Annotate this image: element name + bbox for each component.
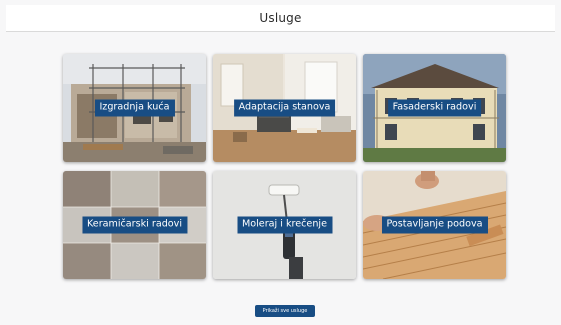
service-label: Keramičarski radovi <box>81 216 188 234</box>
service-card-house-construction[interactable]: Izgradnja kuća <box>63 54 206 162</box>
service-label: Adaptacija stanova <box>233 99 336 117</box>
service-card-ceramic-works[interactable]: Keramičarski radovi <box>63 171 206 279</box>
services-grid: Izgradnja kuća Adaptacija stanova Fasade… <box>63 54 507 280</box>
service-card-apartment-renovation[interactable]: Adaptacija stanova <box>213 54 356 162</box>
service-label: Postavljanje podova <box>381 216 488 234</box>
page-header: Usluge <box>6 5 555 32</box>
service-card-flooring[interactable]: Postavljanje podova <box>363 171 506 279</box>
show-all-services-button[interactable]: Prikaži sve usluge <box>255 305 315 317</box>
service-card-painting[interactable]: Moleraj i krečenje <box>213 171 356 279</box>
service-label: Fasaderski radovi <box>387 99 482 117</box>
page-title: Usluge <box>259 11 302 25</box>
service-label: Izgradnja kuća <box>94 99 175 117</box>
service-label: Moleraj i krečenje <box>237 216 332 234</box>
services-page: Usluge Izgradnja kuća Adaptacija stanova… <box>0 0 561 325</box>
service-card-facade-works[interactable]: Fasaderski radovi <box>363 54 506 162</box>
